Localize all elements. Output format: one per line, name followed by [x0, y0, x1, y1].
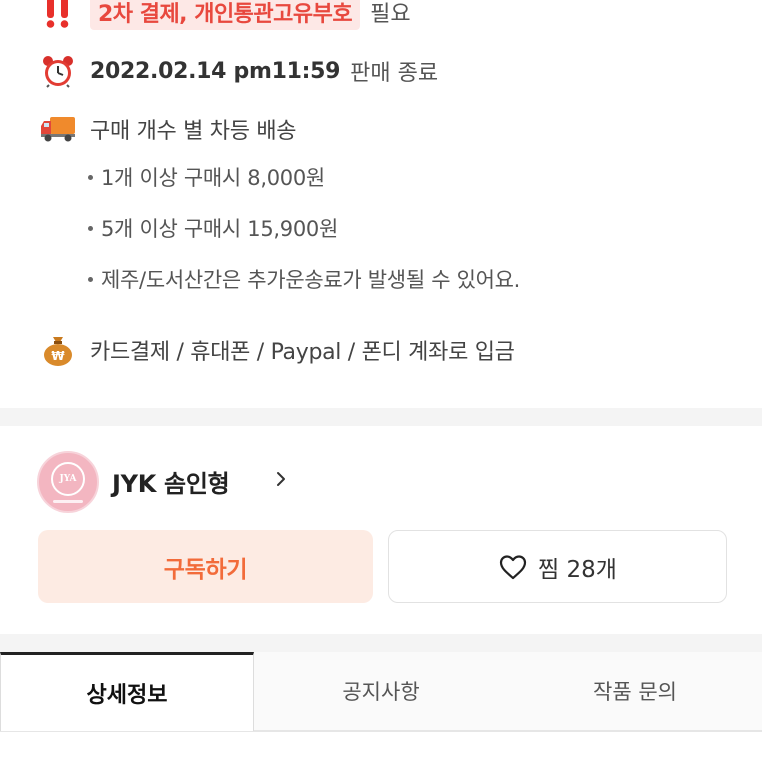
section-divider: [0, 408, 762, 426]
seller-section: JYA JYK 솜인형 구독하기 찜 28개: [0, 426, 762, 636]
tab-inquiries[interactable]: 작품 문의: [508, 652, 762, 731]
deadline-suffix: 판매 종료: [350, 61, 439, 86]
like-count-label: 찜 28개: [538, 556, 617, 583]
svg-text:₩: ₩: [51, 349, 65, 363]
payment-notice-highlight: 2차 결제, 개인통관고유부호: [90, 0, 361, 30]
deadline-datetime: 2022.02.14 pm11:59: [90, 58, 341, 84]
list-item: 1개 이상 구매시 8,000원: [88, 162, 325, 192]
double-exclamation-icon: [40, 0, 76, 30]
payment-notice-row: 2차 결제, 개인통관고유부호 필요: [40, 0, 411, 32]
shipping-row: 구매 개수 별 차등 배송: [40, 109, 297, 149]
tab-details[interactable]: 상세정보: [0, 652, 254, 731]
subscribe-button[interactable]: 구독하기: [38, 530, 373, 603]
shipping-title: 구매 개수 별 차등 배송: [90, 119, 297, 144]
payment-methods-row: ₩ 카드결제 / 휴대폰 / Paypal / 폰디 계좌로 입금: [40, 330, 515, 370]
avatar-caption-bar: [53, 499, 83, 503]
heart-icon: [498, 553, 528, 581]
avatar-logo: JYA: [51, 461, 85, 496]
tab-notices[interactable]: 공지사항: [254, 652, 508, 731]
content-area: [0, 732, 762, 762]
chevron-right-icon[interactable]: [272, 470, 290, 488]
like-button[interactable]: 찜 28개: [388, 530, 727, 603]
payment-notice-suffix: 필요: [370, 2, 411, 27]
money-bag-icon: ₩: [40, 332, 76, 368]
deadline-row: 2022.02.14 pm11:59 판매 종료: [40, 51, 438, 91]
list-item: 5개 이상 구매시 15,900원: [88, 213, 338, 243]
alarm-clock-icon: [40, 53, 76, 89]
avatar[interactable]: JYA: [37, 451, 99, 513]
product-info-section: 2차 결제, 개인통관고유부호 필요 2022.02.14 pm11:59 판매…: [0, 0, 762, 408]
list-item: 제주/도서산간은 추가운송료가 발생될 수 있어요.: [88, 264, 520, 294]
tab-bar: 상세정보 공지사항 작품 문의: [0, 652, 762, 732]
section-divider: [0, 634, 762, 652]
seller-name[interactable]: JYK 솜인형: [112, 464, 230, 499]
payment-methods-text: 카드결제 / 휴대폰 / Paypal / 폰디 계좌로 입금: [90, 340, 515, 365]
delivery-truck-icon: [40, 111, 76, 147]
